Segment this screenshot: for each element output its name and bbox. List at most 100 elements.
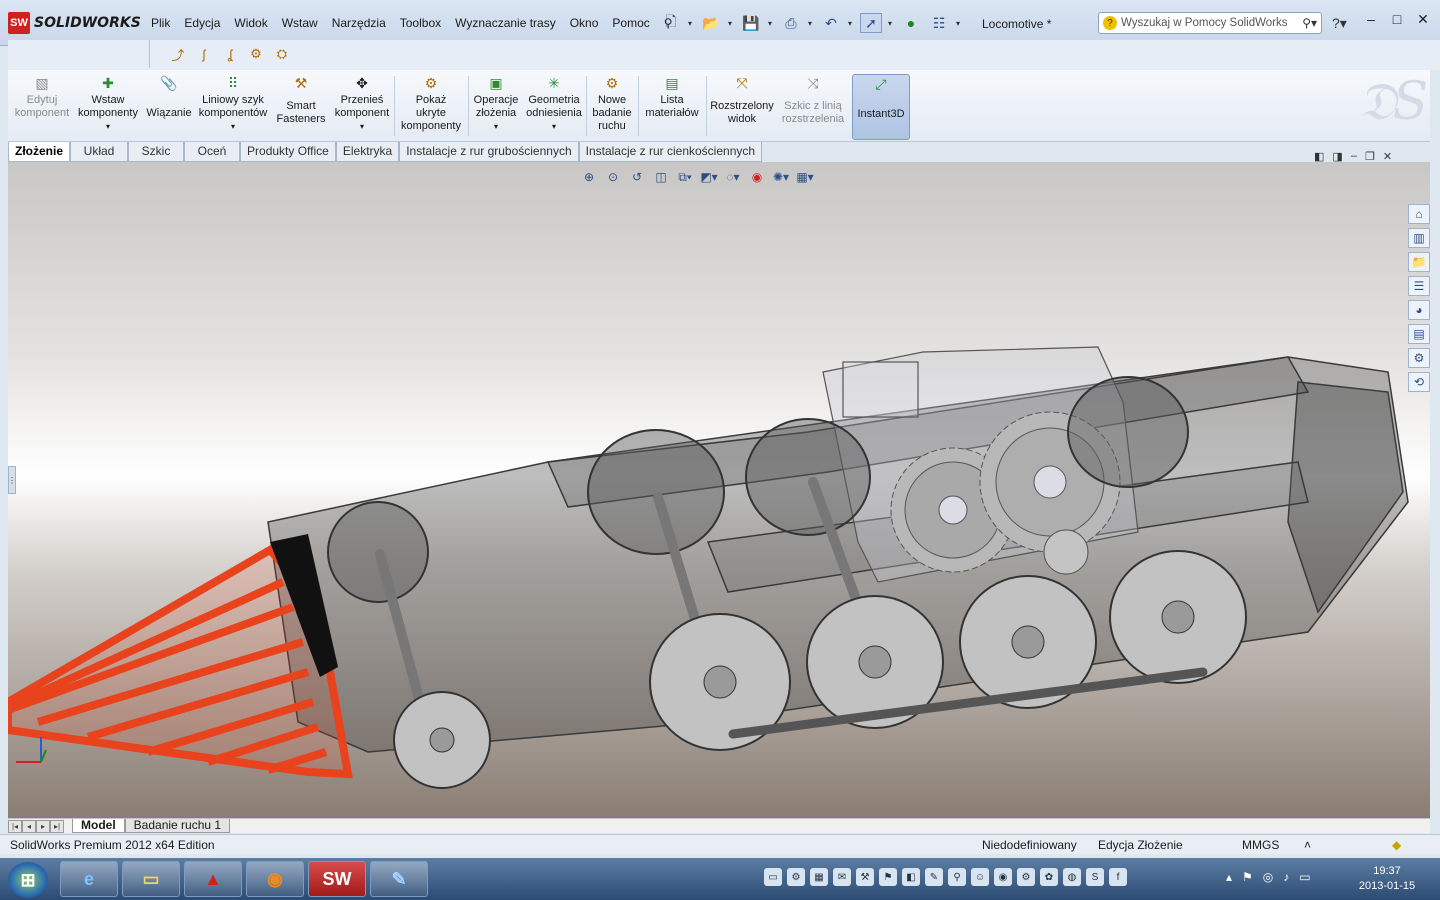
chevron-down-icon[interactable]: ▾ [552,120,556,133]
tray-app-icon[interactable]: ◧ [902,868,920,886]
menu-tools[interactable]: Narzędzia [325,14,393,32]
reference-geometry-button[interactable]: ✳ Geometria odniesienia ▾ [524,74,584,140]
last-tab-arrow-icon[interactable]: ▸| [50,819,64,833]
zoom-to-area-icon[interactable]: ⊙ [604,168,622,186]
tray-app-icon[interactable]: ⚑ [879,868,897,886]
volume-icon[interactable]: ♪ [1283,870,1289,884]
acrobat-taskbar-icon[interactable]: ▲ [184,861,242,897]
tray-app-icon[interactable]: ▦ [810,868,828,886]
tray-app-icon[interactable]: ⚒ [856,868,874,886]
new-motion-study-button[interactable]: ⚙ Nowe badanie ruchu [588,74,636,140]
help-icon[interactable]: ?▾ [1332,15,1347,32]
select-arrow-icon[interactable]: ➚ [860,13,882,33]
edit-component-button[interactable]: ▧ Edytuj komponent [10,74,74,140]
tray-app-icon[interactable]: ✿ [1040,868,1058,886]
insert-components-button[interactable]: ✚ Wstaw komponenty ▾ [74,74,142,140]
tab-assembly[interactable]: Złożenie [8,142,71,162]
tab-motion-study-1[interactable]: Badanie ruchu 1 [124,819,231,833]
ie-taskbar-icon[interactable]: e [60,861,118,897]
explorer-taskbar-icon[interactable]: ▭ [122,861,180,897]
design-library-icon[interactable]: ▥ [1408,228,1430,248]
tray-app-icon[interactable]: ⚙ [787,868,805,886]
apply-scene-icon[interactable]: ✺▾ [772,168,790,186]
view-palette-icon[interactable]: ☰ [1408,276,1430,296]
tab-evaluate[interactable]: Oceń [184,142,241,162]
custom-properties-icon[interactable]: ▤ [1408,324,1430,344]
view-settings-icon[interactable]: ▦▾ [796,168,814,186]
routing-icon-4[interactable]: ⚙ [246,44,266,64]
tray-app-icon[interactable]: f [1109,868,1127,886]
undo-icon[interactable]: ↶ [820,13,842,33]
tab-tubing[interactable]: Instalacje z rur cienkościennych [578,142,763,162]
taskbar-clock[interactable]: 19:37 2013-01-15 [1352,864,1422,894]
next-tab-arrow-icon[interactable]: ▸ [36,819,50,833]
search-input[interactable]: Wyszukaj w Pomocy SolidWorks [1121,17,1298,29]
menu-toolbox[interactable]: Toolbox [393,14,448,32]
open-folder-icon[interactable]: 📂 [700,13,722,33]
display-icon[interactable]: ▭ [1299,870,1310,884]
smart-fasteners-button[interactable]: ⚒ Smart Fasteners [272,74,330,140]
firefox-taskbar-icon[interactable]: ◉ [246,861,304,897]
forum-icon[interactable]: ⚙ [1408,348,1430,368]
feature-manager-toggle[interactable]: ⋮ [8,466,16,494]
tray-app-icon[interactable]: ✎ [925,868,943,886]
open-dropdown-icon[interactable]: ▾ [728,19,734,28]
routing-icon-3[interactable]: ʆ [220,44,240,64]
save-icon[interactable]: 💾 [740,13,762,33]
tray-app-icon[interactable]: ⚲ [948,868,966,886]
undo-dropdown-icon[interactable]: ▾ [848,19,854,28]
minimize-button[interactable]: – [1362,10,1380,28]
routing-icon-2[interactable]: ʃ [194,44,214,64]
print-dropdown-icon[interactable]: ▾ [808,19,814,28]
menu-edit[interactable]: Edycja [177,14,227,32]
save-dropdown-icon[interactable]: ▾ [768,19,774,28]
search-icon[interactable]: ⚲▾ [1302,16,1321,30]
tray-app-icon[interactable]: ◉ [994,868,1012,886]
chevron-down-icon[interactable]: ▾ [494,120,498,133]
prev-tab-arrow-icon[interactable]: ◂ [22,819,36,833]
first-tab-arrow-icon[interactable]: |◂ [8,819,22,833]
menu-window[interactable]: Okno [563,14,606,32]
help-search-box[interactable]: ? Wyszukaj w Pomocy SolidWorks ⚲▾ [1098,12,1322,34]
tab-sketch[interactable]: Szkic [128,142,185,162]
tab-model[interactable]: Model [72,819,125,833]
tray-app-icon[interactable]: ⚙ [1017,868,1035,886]
locomotive-model[interactable] [8,162,1430,818]
new-dropdown-icon[interactable]: ▾ [688,19,694,28]
show-hidden-components-button[interactable]: ⚙ Pokaż ukryte komponenty [396,74,466,140]
network-icon[interactable]: ◎ [1263,870,1273,884]
previous-view-icon[interactable]: ↺ [628,168,646,186]
view-orientation-icon[interactable]: ⧉▾ [676,168,694,186]
tray-app-icon[interactable]: ◍ [1063,868,1081,886]
flag-icon[interactable]: ⚑ [1242,870,1253,884]
paint-taskbar-icon[interactable]: ✎ [370,861,428,897]
tab-piping[interactable]: Instalacje z rur grubościennych [399,142,579,162]
section-view-icon[interactable]: ◫ [652,168,670,186]
select-dropdown-icon[interactable]: ▾ [888,19,894,28]
solidworks-taskbar-icon[interactable]: SW [308,861,366,897]
chevron-down-icon[interactable]: ▾ [231,120,235,133]
bill-of-materials-button[interactable]: ▤ Lista materiałów [640,74,704,140]
rebuild-traffic-light-icon[interactable]: ● [900,13,922,33]
tab-electrical[interactable]: Elektryka [335,142,400,162]
assembly-features-button[interactable]: ▣ Operacje złożenia ▾ [470,74,522,140]
new-document-icon[interactable]: 🗋 [660,13,682,33]
recorder-icon[interactable]: ⟲ [1408,372,1430,392]
show-hidden-icons-icon[interactable]: ▴ [1226,870,1232,884]
explode-line-sketch-button[interactable]: ⤨ Szkic z linią rozstrzelenia [778,74,848,140]
maximize-button[interactable]: □ [1388,10,1406,28]
exploded-view-button[interactable]: ⤧ Rozstrzelony widok [708,74,776,140]
chevron-down-icon[interactable]: ▾ [360,120,364,133]
menu-file[interactable]: Plik [144,14,177,32]
display-style-icon[interactable]: ◩▾ [700,168,718,186]
menu-view[interactable]: Widok [227,14,274,32]
options-dropdown-icon[interactable]: ▾ [956,19,962,28]
tab-office-products[interactable]: Produkty Office [240,142,336,162]
close-button[interactable]: ✕ [1414,10,1432,28]
tray-app-icon[interactable]: S [1086,868,1104,886]
routing-icon-5[interactable]: ⛭ [272,44,292,64]
tray-app-icon[interactable]: ✉ [833,868,851,886]
home-icon[interactable]: ⌂ [1408,204,1430,224]
linear-pattern-button[interactable]: ⠿ Liniowy szyk komponentów ▾ [196,74,270,140]
solidworks-logo[interactable]: SW SOLIDWORKS [8,10,141,36]
